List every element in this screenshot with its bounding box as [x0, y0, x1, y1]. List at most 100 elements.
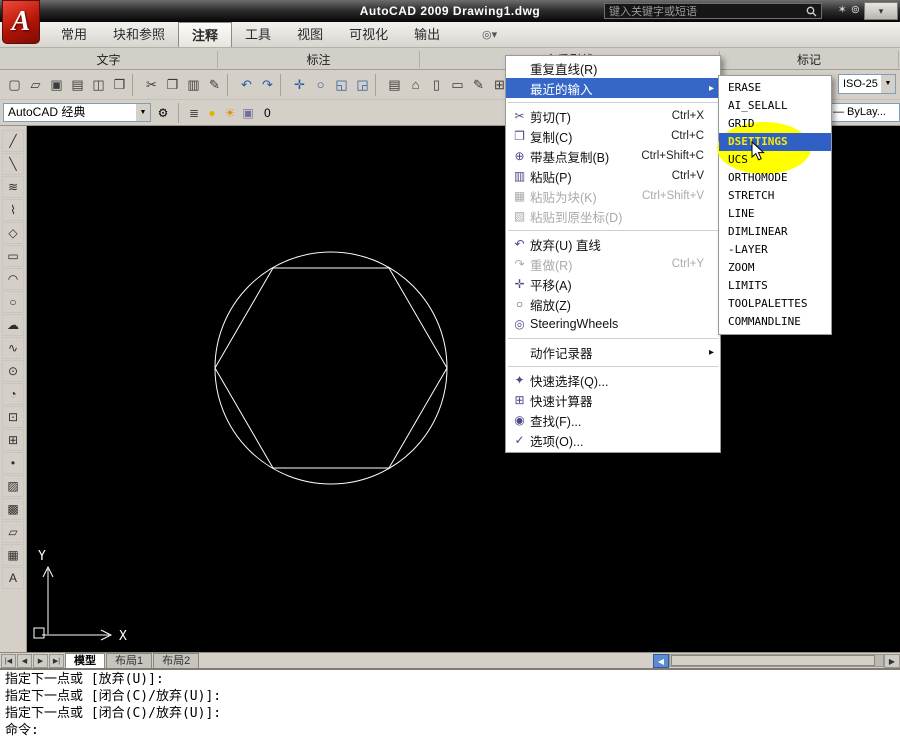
menu-item[interactable]: ◉ 查找(F)... — [506, 410, 720, 430]
panel-text[interactable]: 文字 — [0, 51, 218, 68]
line-tool-icon[interactable]: ╱ — [2, 130, 24, 152]
panel-markup[interactable]: 标记 — [720, 51, 899, 68]
spline-tool-icon[interactable]: ∿ — [2, 337, 24, 359]
menu-item[interactable]: ○ 缩放(Z) — [506, 294, 720, 314]
open-icon[interactable]: ▱ — [25, 74, 46, 95]
menu-item[interactable]: ↷ 重做(R) Ctrl+Y — [506, 254, 720, 274]
multiline-tool-icon[interactable]: ≋ — [2, 176, 24, 198]
menu-item[interactable]: 最近的输入 — [506, 78, 720, 98]
menu-item[interactable]: ◎ SteeringWheels — [506, 314, 720, 334]
paste-icon[interactable]: ▥ — [183, 74, 204, 95]
menu-item[interactable]: ▥ 粘贴(P) Ctrl+V — [506, 166, 720, 186]
ribbon-tab[interactable]: 块和参照 — [100, 22, 178, 47]
menu-item[interactable]: 动作记录器 — [506, 342, 720, 362]
properties-icon[interactable]: ▤ — [384, 74, 405, 95]
mtext-tool-icon[interactable]: A — [2, 567, 24, 589]
dimension-style-dropdown[interactable]: ▼ ISO-25 — [838, 74, 896, 94]
recent-command-item[interactable]: LINE — [719, 205, 831, 223]
menu-item[interactable]: 重复直线(R) — [506, 58, 720, 78]
save-icon[interactable]: ▣ — [46, 74, 67, 95]
menu-item[interactable]: ✛ 平移(A) — [506, 274, 720, 294]
cut-icon[interactable]: ✂ — [141, 74, 162, 95]
communication-center-icon[interactable]: ⊚ — [851, 3, 860, 16]
recent-command-item[interactable]: -LAYER — [719, 241, 831, 259]
recent-command-item[interactable]: GRID — [719, 115, 831, 133]
qnew-icon[interactable]: ▢ — [4, 74, 25, 95]
gradient-tool-icon[interactable]: ▩ — [2, 498, 24, 520]
chevron-down-icon[interactable]: ▼ — [881, 75, 895, 93]
help-search-input[interactable]: 键入关键字或短语 — [604, 3, 822, 19]
recent-command-item[interactable]: LIMITS — [719, 277, 831, 295]
polygon-tool-icon[interactable]: ◇ — [2, 222, 24, 244]
layout-tab[interactable]: 模型 — [65, 653, 105, 668]
menu-item[interactable]: ✓ 选项(O)... — [506, 430, 720, 450]
layer-on-bulb-icon[interactable]: ● — [203, 106, 221, 120]
ribbon-tab[interactable]: 可视化 — [336, 22, 401, 47]
ribbon-tab[interactable]: 注释 — [178, 22, 232, 47]
search-icon[interactable] — [806, 6, 817, 17]
toolbar-separator[interactable] — [132, 74, 139, 96]
menu-item[interactable] — [506, 98, 720, 106]
table-tool-icon[interactable]: ▦ — [2, 544, 24, 566]
ellipse-arc-tool-icon[interactable]: ◔ — [2, 383, 24, 405]
polyline-tool-icon[interactable]: ⌇ — [2, 199, 24, 221]
toolbar-separator[interactable] — [227, 74, 234, 96]
recent-command-item[interactable]: ZOOM — [719, 259, 831, 277]
sheet-set-manager-icon[interactable]: ▭ — [447, 74, 468, 95]
star-icon[interactable]: ✶ — [838, 3, 847, 16]
menu-item[interactable] — [506, 334, 720, 342]
menu-item[interactable] — [506, 226, 720, 234]
tab-last-button[interactable]: ▶| — [49, 654, 64, 668]
region-tool-icon[interactable]: ▱ — [2, 521, 24, 543]
panel-dimension[interactable]: 标注 — [218, 51, 420, 68]
pan-icon[interactable]: ✛ — [289, 74, 310, 95]
rectangle-tool-icon[interactable]: ▭ — [2, 245, 24, 267]
layout-tab[interactable]: 布局2 — [153, 653, 199, 668]
workspace-dropdown[interactable]: ▼ AutoCAD 经典 — [3, 103, 151, 122]
match-properties-icon[interactable]: ✎ — [204, 74, 225, 95]
zoom-window-icon[interactable]: ◱ — [331, 74, 352, 95]
undo-icon[interactable]: ↶ — [236, 74, 257, 95]
color-control-dropdown[interactable]: — ByLay... — [828, 103, 900, 122]
ribbon-tab[interactable]: 视图 — [284, 22, 336, 47]
current-layer-value[interactable]: 0 — [260, 106, 275, 120]
arc-tool-icon[interactable]: ◠ — [2, 268, 24, 290]
tab-next-button[interactable]: ▶ — [33, 654, 48, 668]
layout-tab[interactable]: 布局1 — [106, 653, 152, 668]
scrollbar-thumb[interactable] — [671, 655, 875, 666]
application-menu-button[interactable]: A — [2, 0, 40, 44]
menu-item[interactable]: ✂ 剪切(T) Ctrl+X — [506, 106, 720, 126]
publish-icon[interactable]: ❒ — [109, 74, 130, 95]
menu-item[interactable] — [506, 362, 720, 370]
menu-item[interactable]: ▦ 粘贴为块(K) Ctrl+Shift+V — [506, 186, 720, 206]
menu-item[interactable]: ⊕ 带基点复制(B) Ctrl+Shift+C — [506, 146, 720, 166]
plot-icon[interactable]: ▤ — [67, 74, 88, 95]
scroll-right-button[interactable]: ▶ — [884, 654, 900, 668]
zoom-realtime-icon[interactable]: ○ — [310, 74, 331, 95]
zoom-previous-icon[interactable]: ◲ — [352, 74, 373, 95]
menu-item[interactable]: ❐ 复制(C) Ctrl+C — [506, 126, 720, 146]
plot-preview-icon[interactable]: ◫ — [88, 74, 109, 95]
redo-icon[interactable]: ↷ — [257, 74, 278, 95]
construction-line-tool-icon[interactable]: ╲ — [2, 153, 24, 175]
tab-prev-button[interactable]: ◀ — [17, 654, 32, 668]
layer-freeze-sun-icon[interactable]: ☀ — [221, 106, 239, 120]
menu-item[interactable]: ▧ 粘贴到原坐标(D) — [506, 206, 720, 226]
recent-command-item[interactable]: DSETTINGS — [719, 133, 831, 151]
scrollbar-track[interactable] — [669, 654, 884, 667]
titlebar-corner-button[interactable]: ▾ — [864, 2, 898, 20]
menu-item[interactable]: ⊞ 快速计算器 — [506, 390, 720, 410]
ellipse-tool-icon[interactable]: ⊙ — [2, 360, 24, 382]
layer-properties-icon[interactable]: ≣ — [185, 106, 203, 120]
recent-command-item[interactable]: ORTHOMODE — [719, 169, 831, 187]
command-line-area[interactable]: 指定下一点或 [放弃(U)]: 指定下一点或 [闭合(C)/放弃(U)]: 指定… — [0, 668, 900, 739]
recent-command-item[interactable]: STRETCH — [719, 187, 831, 205]
recent-command-item[interactable]: ERASE — [719, 79, 831, 97]
ribbon-tab[interactable]: 常用 — [48, 22, 100, 47]
insert-block-tool-icon[interactable]: ⊡ — [2, 406, 24, 428]
ribbon-tab[interactable]: 工具 — [232, 22, 284, 47]
recent-command-item[interactable]: AI_SELALL — [719, 97, 831, 115]
revision-cloud-tool-icon[interactable]: ☁ — [2, 314, 24, 336]
toolbar-separator[interactable] — [375, 74, 382, 96]
recent-command-item[interactable]: COMMANDLINE — [719, 313, 831, 331]
